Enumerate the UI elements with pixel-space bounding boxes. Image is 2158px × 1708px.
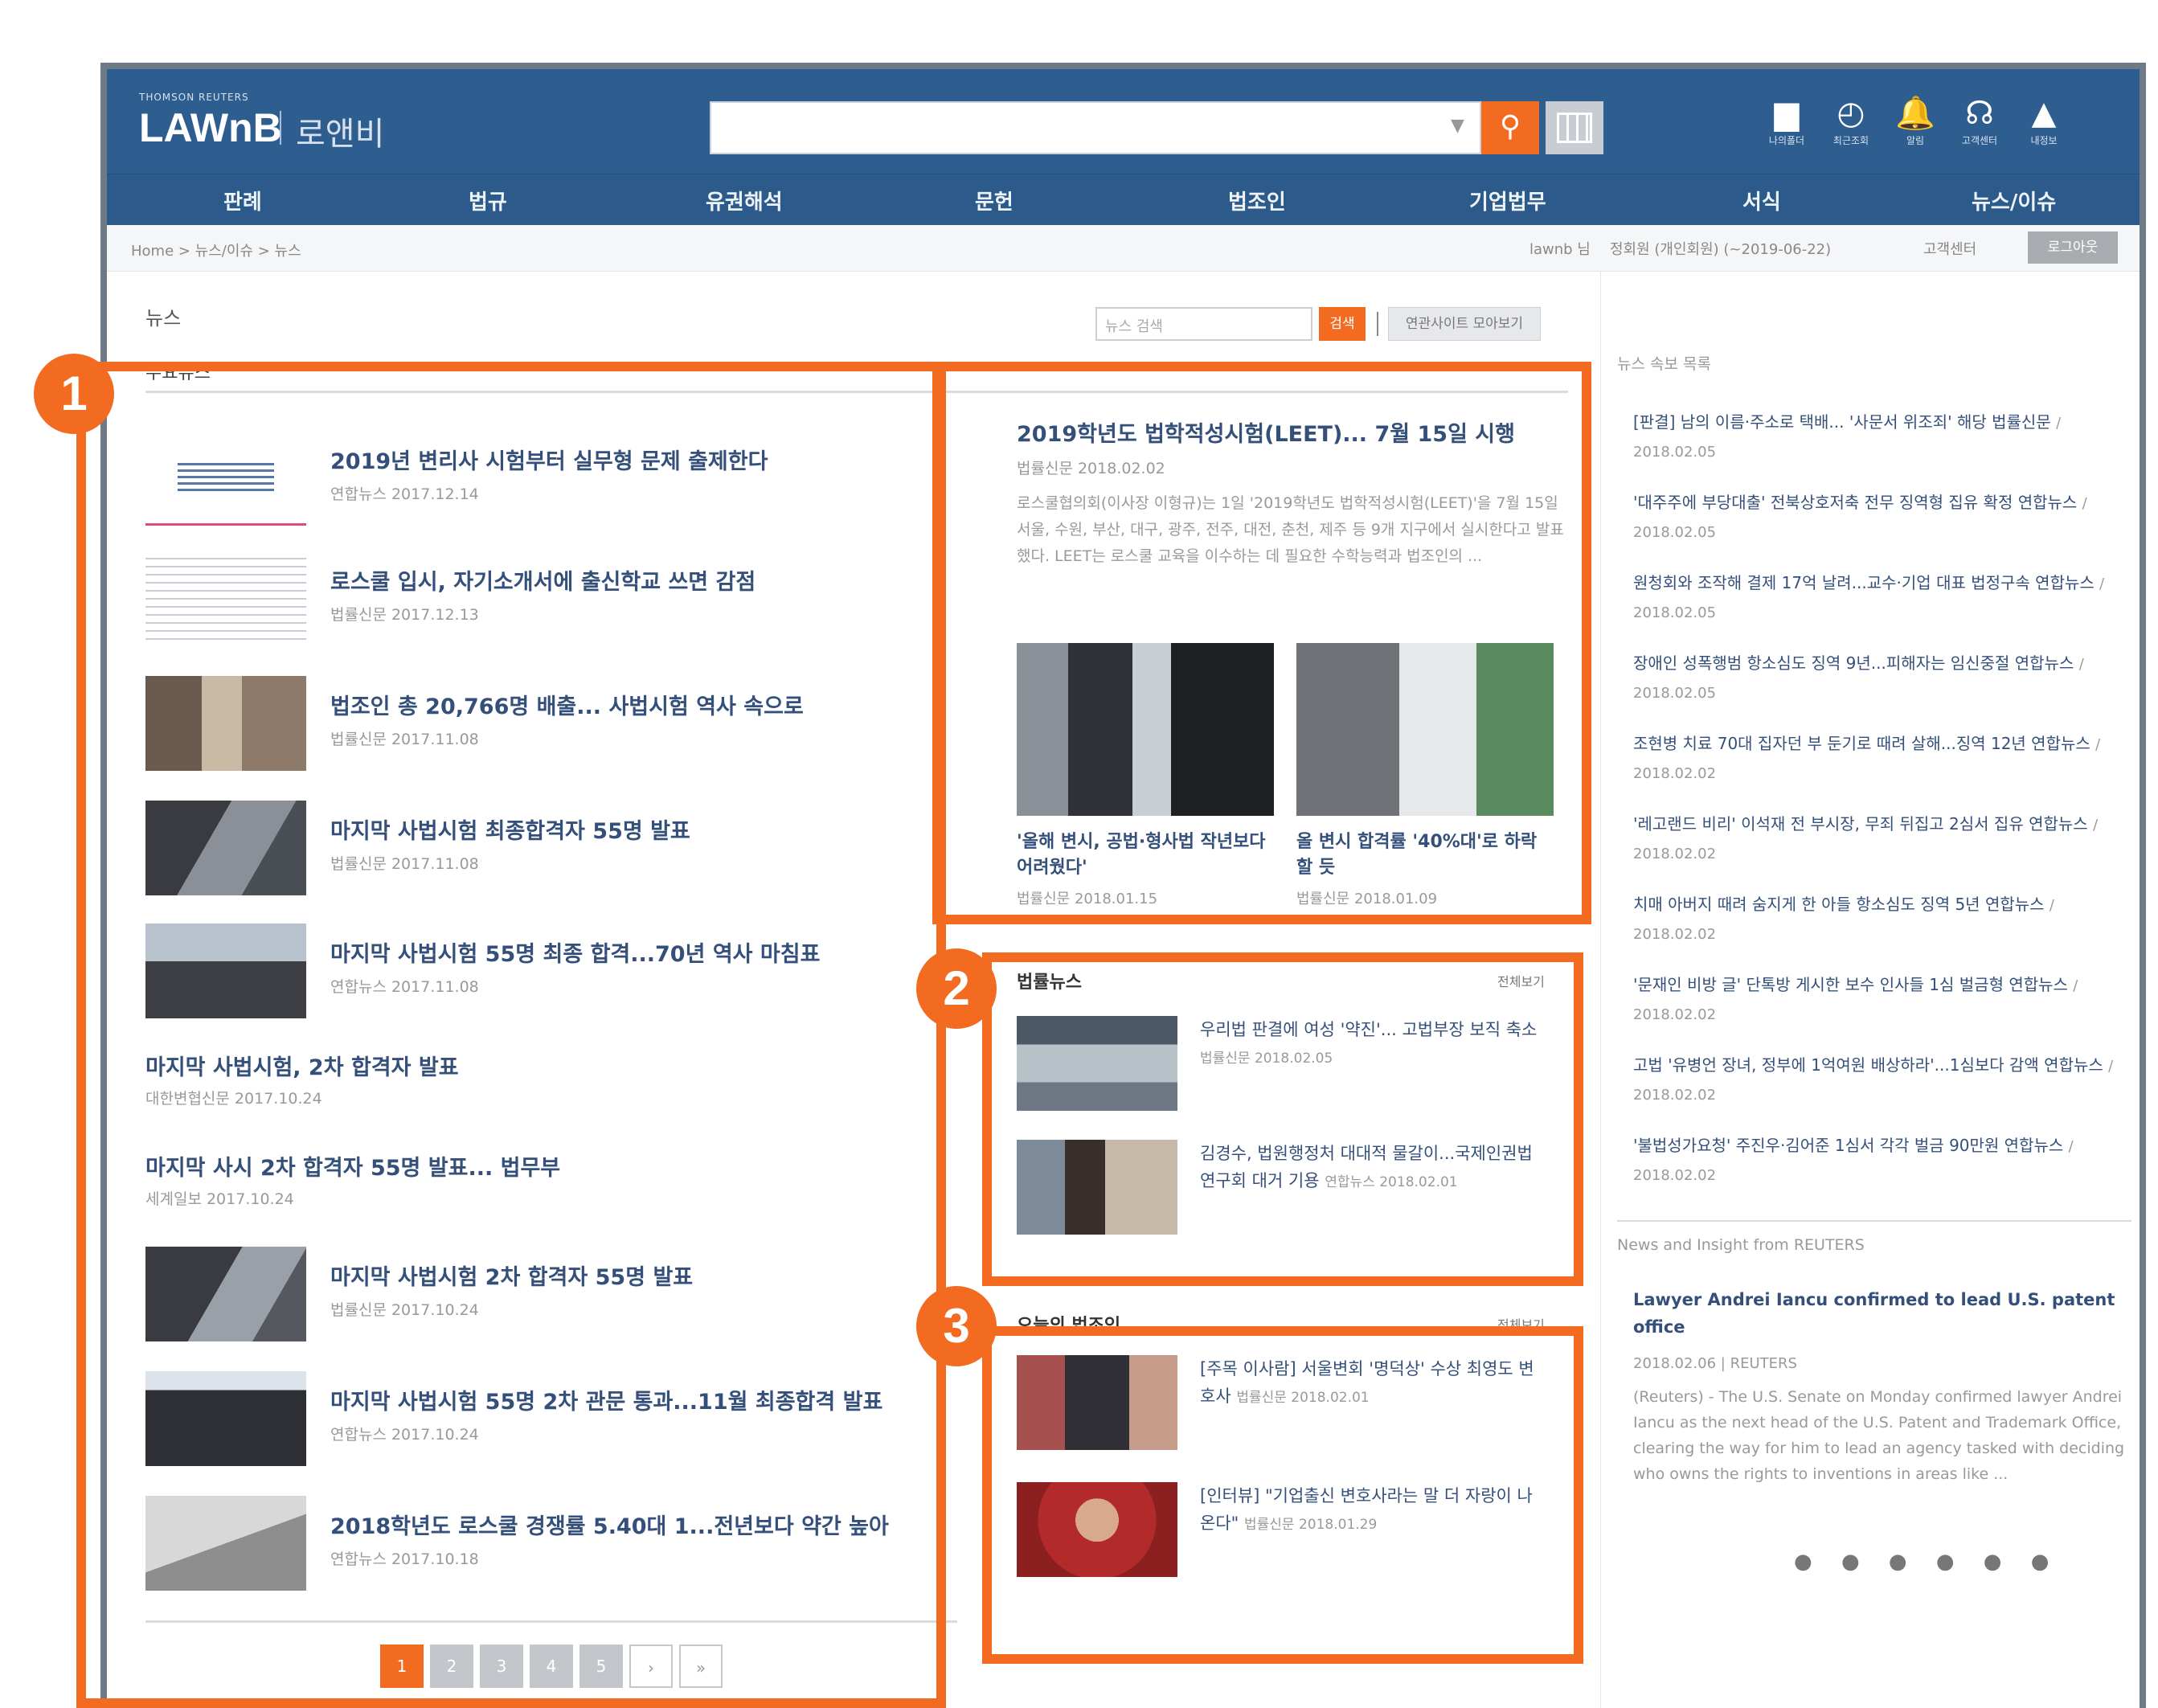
news-flash-title[interactable]: '레고랜드 비리' 이석재 전 부시장, 무죄 뒤집고 2심서 집유 연합뉴스 — [1633, 814, 2088, 834]
folder-label: 나의폴더 — [1768, 135, 1805, 146]
logo-caption: THOMSON REUTERS — [139, 92, 249, 103]
nav-item-lawyers[interactable]: 법조인 — [1228, 186, 1286, 215]
search-icon: ⚲ — [1499, 110, 1521, 143]
callout-box-1 — [76, 362, 946, 1708]
nav-item-cases[interactable]: 판례 — [223, 186, 262, 215]
news-flash-item[interactable]: 장애인 성폭행범 항소심도 징역 9년...피해자는 임신중절 연합뉴스 / 2… — [1633, 649, 2140, 707]
logo[interactable]: LAWnB — [139, 104, 282, 151]
user-icon: ▲ — [2031, 95, 2057, 132]
breadcrumb[interactable]: Home > 뉴스/이슈 > 뉴스 — [131, 240, 301, 260]
main-nav: 판례 법규 유권해석 문헌 법조인 기업법무 서식 뉴스/이슈 — [107, 174, 2140, 225]
news-flash-title[interactable]: [판결] 남의 이름·주소로 택배... '사문서 위조죄' 해당 법률신문 — [1633, 412, 2051, 432]
news-flash-title[interactable]: 원청회와 조작해 결제 17억 날려...교수·기업 대표 법정구속 연합뉴스 — [1633, 573, 2095, 592]
dropdown-arrow-icon[interactable]: ▼ — [1451, 116, 1464, 136]
callout-badge-3: 3 — [916, 1286, 997, 1366]
header-bar: THOMSON REUTERS LAWnB 로앤비 ▼ ⚲ ▆ 나의폴더 ◴ 최… — [107, 69, 2140, 174]
breadcrumb-bar: Home > 뉴스/이슈 > 뉴스 lawnb 님 정회원 (개인회원) (~2… — [107, 225, 2140, 272]
callout-box-3 — [982, 1326, 1583, 1664]
nav-item-statutes[interactable]: 법규 — [469, 186, 507, 215]
news-flash-title[interactable]: 장애인 성폭행범 항소심도 징역 9년...피해자는 임신중절 연합뉴스 — [1633, 653, 2074, 673]
page-title: 뉴스 — [145, 307, 182, 330]
header-alarm-button[interactable]: 🔔 알림 — [1887, 93, 1943, 147]
global-search-input[interactable]: ▼ — [710, 101, 1481, 154]
search-button[interactable]: ⚲ — [1481, 101, 1539, 154]
keyboard-button[interactable] — [1546, 101, 1603, 154]
nav-item-news[interactable]: 뉴스/이슈 — [1972, 186, 2056, 215]
news-flash-item[interactable]: 원청회와 조작해 결제 17억 날려...교수·기업 대표 법정구속 연합뉴스 … — [1633, 569, 2140, 627]
news-flash-item[interactable]: '불법성가요청' 주진우·김어준 1심서 각각 벌금 90만원 연합뉴스 / 2… — [1633, 1132, 2140, 1190]
header-folder-button[interactable]: ▆ 나의폴더 — [1759, 93, 1815, 147]
news-flash-item[interactable]: '문재인 비방 글' 단톡방 게시한 보수 인사들 1심 벌금형 연합뉴스 / … — [1633, 971, 2140, 1029]
nav-item-interpretation[interactable]: 유권해석 — [706, 186, 783, 215]
news-flash-heading: 뉴스 속보 목록 — [1617, 355, 1711, 373]
news-flash-item[interactable]: 조현병 치료 70대 집자던 부 둔기로 때려 살해...징역 12년 연합뉴스… — [1633, 730, 2140, 788]
divider — [1377, 312, 1378, 336]
membership-info: 정회원 (개인회원) (~2019-06-22) — [1610, 241, 1832, 258]
news-flash-item[interactable]: 고법 '유병언 장녀, 정부에 1억여원 배상하라'...1심보다 감액 연합뉴… — [1633, 1051, 2140, 1109]
logo-korean: 로앤비 — [296, 116, 385, 153]
user-greeting: lawnb 님 — [1529, 241, 1591, 258]
callout-box-2 — [982, 952, 1583, 1286]
news-flash-item[interactable]: 치매 아버지 때려 숨지게 한 아들 항소심도 징역 5년 연합뉴스 / 201… — [1633, 891, 2140, 948]
reuters-article-meta: 2018.02.06 | REUTERS — [1633, 1355, 1797, 1372]
folder-icon: ▆ — [1774, 95, 1800, 132]
user-label: 내정보 — [2030, 135, 2058, 146]
news-flash-item[interactable]: '레고랜드 비리' 이석재 전 부시장, 무죄 뒤집고 2심서 집유 연합뉴스 … — [1633, 810, 2140, 868]
news-flash-title[interactable]: '대주주에 부당대출' 전북상호저축 전무 징역형 집유 확정 연합뉴스 — [1633, 493, 2077, 512]
callout-badge-2: 2 — [916, 948, 997, 1029]
divider — [1617, 1220, 2131, 1222]
nav-item-literature[interactable]: 문헌 — [975, 186, 1013, 215]
history-label: 최근조회 — [1832, 135, 1869, 146]
alarm-label: 알림 — [1906, 135, 1925, 146]
header-user-button[interactable]: ▲ 내정보 — [2016, 93, 2072, 147]
reuters-heading: News and Insight from REUTERS — [1617, 1236, 1865, 1254]
reuters-article-title[interactable]: Lawyer Andrei Iancu confirmed to lead U.… — [1633, 1286, 2131, 1341]
news-search-input[interactable]: 뉴스 검색 — [1095, 307, 1312, 341]
news-flash-title[interactable]: '문재인 비방 글' 단톡방 게시한 보수 인사들 1심 벌금형 연합뉴스 — [1633, 975, 2068, 994]
news-search-button[interactable]: 검색 — [1319, 307, 1366, 341]
support-link[interactable]: 고객센터 — [1923, 238, 1976, 259]
news-flash-title[interactable]: 고법 '유병언 장녀, 정부에 1억여원 배상하라'...1심보다 감액 연합뉴… — [1633, 1055, 2103, 1075]
related-sites-button[interactable]: 연관사이트 모아보기 — [1388, 307, 1541, 341]
nav-item-corporate[interactable]: 기업법무 — [1469, 186, 1546, 215]
callout-box-1b — [932, 362, 1591, 924]
reuters-article-summary: (Reuters) - The U.S. Senate on Monday co… — [1633, 1388, 2125, 1483]
news-flash-sidebar: 뉴스 속보 목록 [판결] 남의 이름·주소로 택배... '사문서 위조죄' … — [1600, 272, 2140, 1708]
header-history-button[interactable]: ◴ 최근조회 — [1823, 93, 1879, 147]
news-flash-title[interactable]: '불법성가요청' 주진우·김어준 1심서 각각 벌금 90만원 연합뉴스 — [1633, 1136, 2063, 1155]
bell-icon: 🔔 — [1895, 95, 1935, 132]
logo-divider — [280, 111, 281, 145]
history-icon: ◴ — [1837, 95, 1865, 132]
nav-item-forms[interactable]: 서식 — [1742, 186, 1781, 215]
headset-icon: ☊ — [1965, 95, 1994, 132]
news-flash-title[interactable]: 조현병 치료 70대 집자던 부 둔기로 때려 살해...징역 12년 연합뉴스 — [1633, 734, 2090, 753]
header-support-button[interactable]: ☊ 고객센터 — [1951, 93, 2008, 147]
support-label: 고객센터 — [1961, 135, 1998, 146]
news-flash-title[interactable]: 치매 아버지 때려 숨지게 한 아들 항소심도 징역 5년 연합뉴스 — [1633, 895, 2045, 914]
keyboard-icon — [1557, 113, 1592, 143]
news-flash-item[interactable]: '대주주에 부당대출' 전북상호저축 전무 징역형 집유 확정 연합뉴스 / 2… — [1633, 489, 2140, 547]
news-flash-item[interactable]: [판결] 남의 이름·주소로 택배... '사문서 위조죄' 해당 법률신문 /… — [1633, 408, 2140, 466]
callout-badge-1: 1 — [34, 354, 114, 434]
carousel-dots[interactable]: ● ● ● ● ● ● — [1794, 1550, 2060, 1574]
logout-button[interactable]: 로그아웃 — [2028, 231, 2118, 264]
